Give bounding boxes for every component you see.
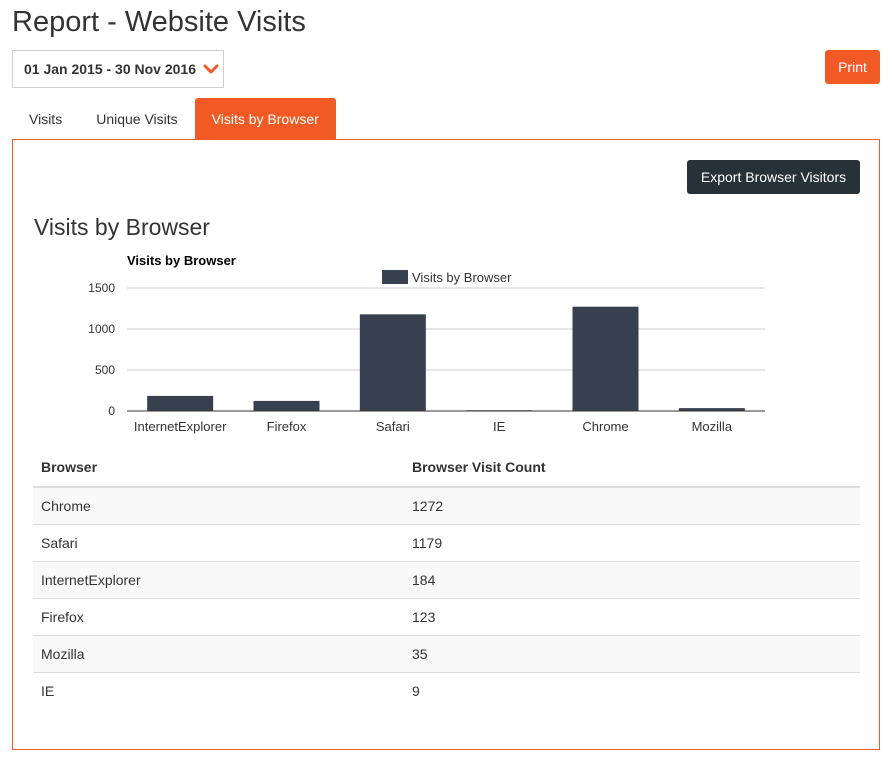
y-tick-label: 500 (95, 363, 115, 377)
date-range-picker[interactable]: 01 Jan 2015 - 30 Nov 2016 (12, 50, 224, 88)
visits-by-browser-chart: Visits by Browser Visits by Browser 0 500 10… (88, 253, 765, 434)
table-row: Safari 1179 (33, 524, 860, 562)
table-row: InternetExplorer 184 (33, 561, 860, 599)
legend-swatch (382, 270, 408, 284)
visit-count-cell: 1272 (404, 487, 860, 525)
chart-title: Visits by Browser (127, 253, 236, 268)
x-tick-label: Safari (376, 419, 410, 434)
visit-count-cell: 35 (404, 635, 860, 673)
browser-cell: InternetExplorer (33, 561, 404, 599)
browser-cell: Safari (33, 524, 404, 562)
bar (359, 314, 426, 411)
table-row: Mozilla 35 (33, 635, 860, 673)
visit-count-cell: 184 (404, 561, 860, 599)
y-tick-label: 1000 (88, 322, 115, 336)
section-title: Visits by Browser (34, 214, 210, 240)
table-row: Firefox 123 (33, 598, 860, 636)
page-title: Report - Website Visits (12, 6, 306, 38)
visit-count-cell: 9 (412, 682, 420, 699)
date-range-label: 01 Jan 2015 - 30 Nov 2016 (24, 61, 197, 77)
x-tick-label: Firefox (267, 419, 307, 434)
browser-cell: Mozilla (33, 635, 404, 673)
tab-visits-by-browser[interactable]: Visits by Browser (194, 98, 336, 140)
tab-visits[interactable]: Visits (12, 98, 79, 140)
browser-cell: Firefox (33, 598, 404, 636)
x-tick-label: Chrome (582, 419, 628, 434)
x-tick-label: Mozilla (692, 419, 733, 434)
bar (147, 395, 214, 411)
tab-unique-visits[interactable]: Unique Visits (79, 98, 194, 140)
bar (572, 306, 639, 411)
report-panel: Export Browser Visitors Visits by Browse… (12, 139, 880, 750)
browser-cell: Chrome (33, 487, 404, 525)
table-row: IE 9 (33, 672, 860, 709)
y-tick-label: 0 (108, 404, 115, 418)
legend-label: Visits by Browser (412, 270, 512, 285)
x-tick-label: IE (493, 419, 506, 434)
browser-cell: IE (41, 682, 55, 699)
visit-count-cell: 123 (404, 598, 860, 636)
table-row: Chrome 1272 (33, 487, 860, 525)
chevron-down-icon (203, 61, 219, 77)
report-tabs: Visits Unique Visits Visits by Browser (12, 98, 336, 140)
export-browser-visitors-button[interactable]: Export Browser Visitors (687, 160, 860, 194)
column-header-browser: Browser (33, 448, 404, 488)
bar (253, 400, 320, 411)
x-tick-label: InternetExplorer (134, 419, 227, 434)
column-header-visit-count: Browser Visit Count (404, 448, 860, 488)
table-header-row: Browser Browser Visit Count (33, 448, 860, 488)
browser-visits-table: Browser Browser Visit Count Chrome 1272 … (33, 448, 860, 709)
print-button[interactable]: Print (825, 50, 880, 84)
visit-count-cell: 1179 (404, 524, 860, 562)
y-tick-label: 1500 (88, 281, 115, 295)
